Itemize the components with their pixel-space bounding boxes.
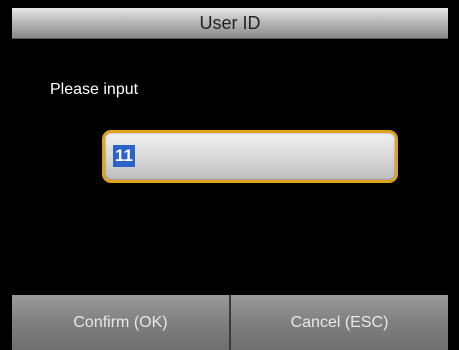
user-id-input[interactable]: 11 bbox=[102, 130, 398, 183]
device-screen: User ID Please input 11 Confirm (OK) Can… bbox=[0, 0, 459, 350]
confirm-button[interactable]: Confirm (OK) bbox=[12, 295, 229, 350]
cancel-button[interactable]: Cancel (ESC) bbox=[229, 295, 448, 350]
input-panel: Please input 11 bbox=[12, 39, 448, 294]
window-title: User ID bbox=[199, 13, 261, 33]
button-bar: Confirm (OK) Cancel (ESC) bbox=[12, 295, 448, 350]
cancel-button-label: Cancel (ESC) bbox=[290, 313, 389, 331]
confirm-button-label: Confirm (OK) bbox=[73, 313, 168, 331]
input-prompt-label: Please input bbox=[50, 81, 139, 98]
title-bar: User ID bbox=[12, 8, 448, 39]
user-id-input-value: 11 bbox=[113, 145, 135, 167]
